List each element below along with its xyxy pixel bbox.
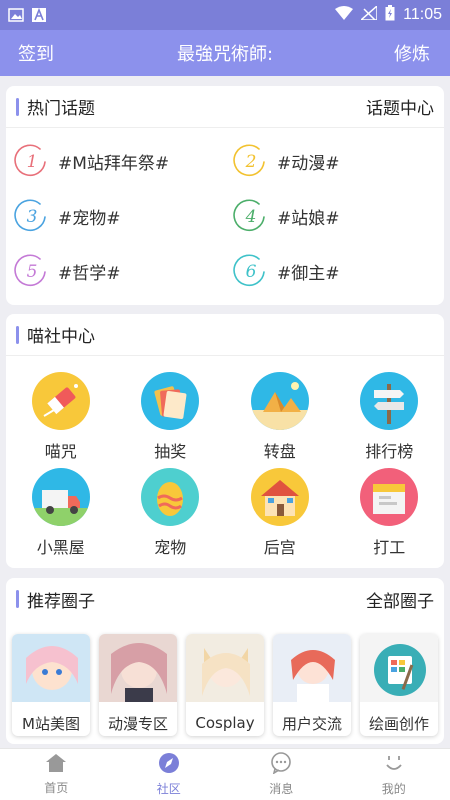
circles-title: 推荐圈子 [27,591,95,612]
topic-item[interactable]: 3 #宠物# [6,189,225,244]
pyramid-icon [250,372,309,430]
house-icon [250,468,309,526]
topic-rank-badge: 6 [233,254,269,290]
meow-center-card: 喵社中心 喵咒 抽奖 转盘 排行榜小黑屋 宠物 后宫 打工 [6,314,444,568]
topic-rank-badge: 1 [14,144,50,180]
tab-message[interactable]: 消息 [225,749,338,800]
eraser-icon [31,372,90,430]
tab-label: 消息 [269,782,294,796]
topic-rank-badge: 3 [14,199,50,235]
bottom-tab-bar: 首页 社区 消息 我的 [0,748,450,800]
topic-rank-number: 3 [26,206,38,227]
circle-label: M站美图 [22,714,80,733]
tab-label: 社区 [156,782,181,796]
topic-item[interactable]: 6 #御主# [225,244,444,299]
truck-icon [31,468,90,526]
image-icon [8,8,24,22]
wifi-icon [335,6,354,24]
top-header: 最強咒術師: 签到 修炼 [0,30,450,76]
circles-card: 推荐圈子 全部圈子 M站美图 动漫专区 Cosplay 用户交流 绘画创作 [6,578,444,744]
circle-cover-image [273,634,351,702]
topic-label: #站娘# [277,209,340,229]
signal-icon [359,4,378,24]
tab-smile[interactable]: 我的 [338,749,450,800]
section-marker [16,97,19,116]
egg-icon [141,468,200,526]
topic-rank-number: 4 [245,206,257,227]
circle-card[interactable]: 动漫专区 [99,634,177,736]
font-icon [32,7,48,22]
meow-center-item[interactable]: 喵咒 [6,372,116,468]
meow-center-title: 喵社中心 [27,327,95,347]
meow-center-label: 小黑屋 [36,538,85,557]
circle-card[interactable]: Cosplay [186,634,264,736]
topic-item[interactable]: 2 #动漫# [225,134,444,189]
topic-rank-badge: 4 [233,199,269,235]
meow-center-item[interactable]: 打工 [335,468,445,564]
meow-center-item[interactable]: 小黑屋 [6,468,116,564]
tab-home[interactable]: 首页 [0,749,113,800]
circle-label: 绘画创作 [368,714,429,733]
signpost-icon [360,372,419,430]
topic-item[interactable]: 1 #M站拜年祭# [6,134,225,189]
circle-cover-image [99,634,177,702]
topic-rank-number: 6 [245,261,257,282]
page-title: 最強咒術師: [176,44,274,65]
circle-cover-image [186,634,264,702]
meow-center-label: 排行榜 [365,442,414,461]
topic-rank-number: 5 [26,261,38,282]
meow-center-label: 宠物 [154,538,187,557]
circle-label: Cosplay [195,714,255,732]
meow-center-label: 抽奖 [154,442,187,461]
hot-topics-card: 热门话题 话题中心 1 #M站拜年祭# 2 #动漫# 3 #宠物# 4 #站娘# 5 #哲学# 6 #… [6,86,444,305]
section-marker [16,590,19,608]
meow-center-label: 打工 [373,538,406,557]
meow-center-label: 转盘 [263,442,296,461]
checkin-button[interactable]: 签到 [18,40,54,66]
topic-center-link[interactable]: 话题中心 [366,94,434,119]
topic-item[interactable]: 5 #哲学# [6,244,225,299]
meow-center-item[interactable]: 宠物 [116,468,226,564]
topic-rank-badge: 2 [233,144,269,180]
tab-label: 首页 [44,781,69,795]
topic-rank-badge: 5 [14,254,50,290]
circle-cover-image [360,634,438,702]
topic-label: #哲学# [58,264,121,284]
topic-rank-number: 1 [26,151,38,172]
topic-label: #M站拜年祭# [58,154,170,174]
meow-center-item[interactable]: 排行榜 [335,372,445,468]
circle-card[interactable]: M站美图 [12,634,90,736]
tab-compass[interactable]: 社区 [113,749,226,800]
compass-icon [158,752,180,780]
circle-card[interactable]: 绘画创作 [360,634,438,736]
topic-item[interactable]: 4 #站娘# [225,189,444,244]
status-time: 11:05 [403,6,442,23]
topic-label: #宠物# [58,209,121,229]
home-icon [45,753,67,779]
meow-center-item[interactable]: 后宫 [225,468,335,564]
battery-icon [385,5,395,25]
tab-label: 我的 [381,782,406,796]
circle-cover-image [12,634,90,702]
box-icon [360,468,419,526]
circle-label: 用户交流 [281,714,342,733]
topic-label: #动漫# [277,154,340,174]
status-bar: 11:05 [0,0,450,30]
meow-center-label: 喵咒 [44,442,77,461]
cultivate-button[interactable]: 修炼 [394,40,430,66]
message-icon [270,752,292,780]
circle-card[interactable]: 用户交流 [273,634,351,736]
meow-center-item[interactable]: 转盘 [225,372,335,468]
all-circles-link[interactable]: 全部圈子 [366,587,434,612]
circle-label: 动漫专区 [107,714,168,733]
topic-label: #御主# [277,264,340,284]
section-marker [16,325,19,344]
meow-center-label: 后宫 [263,538,296,557]
topic-rank-number: 2 [245,151,257,172]
hot-topics-title: 热门话题 [27,99,95,119]
smile-icon [383,752,405,780]
lottery-cards-icon [141,372,200,430]
meow-center-item[interactable]: 抽奖 [116,372,226,468]
